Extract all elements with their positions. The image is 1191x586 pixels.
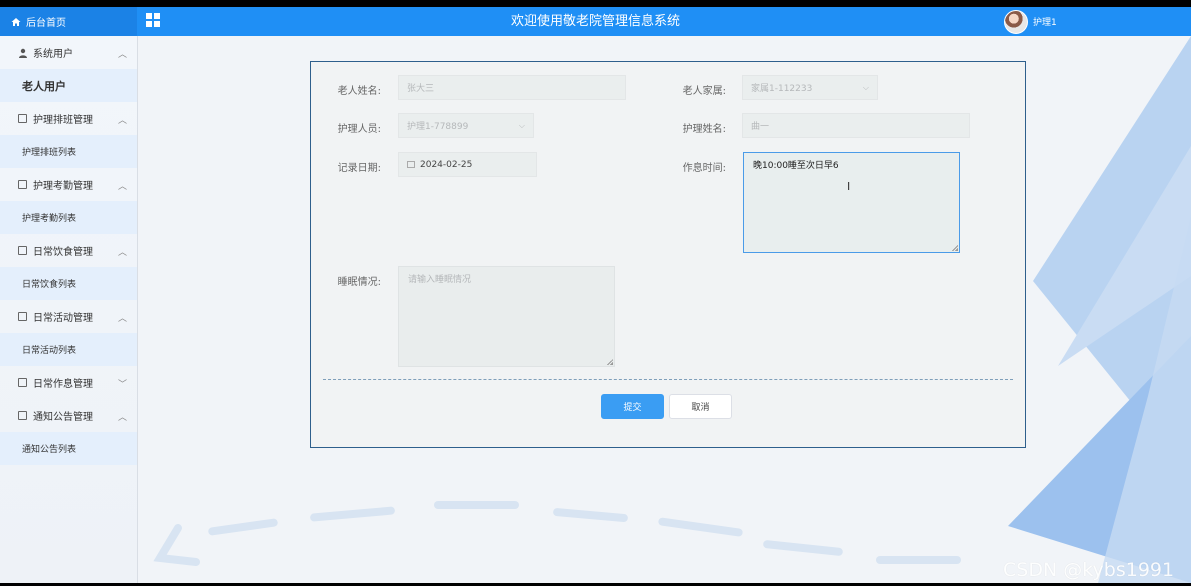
- form-divider: [323, 379, 1013, 380]
- sidebar-item-daily-activity-list[interactable]: 日常活动列表: [0, 333, 137, 366]
- chevron-up-icon: ︿: [118, 248, 128, 258]
- sleep-placeholder: 请输入睡眠情况: [408, 275, 472, 285]
- cancel-button[interactable]: 取消: [669, 394, 732, 419]
- elder-name-label: 老人姓名:: [337, 86, 381, 97]
- chevron-up-icon: ︿: [118, 116, 128, 126]
- sidebar-group-nursing-attendance[interactable]: 护理考勤管理 ︿: [0, 168, 137, 201]
- sidebar-group-label: 护理排班管理: [33, 115, 93, 126]
- record-date-label: 记录日期:: [337, 163, 381, 174]
- sidebar-item-nursing-schedule-list[interactable]: 护理排班列表: [0, 135, 137, 168]
- sidebar-group-nursing-schedule[interactable]: 护理排班管理 ︿: [0, 102, 137, 135]
- nurse-name-label: 护理姓名:: [682, 124, 726, 135]
- chevron-up-icon: ︿: [118, 314, 128, 324]
- elder-family-label: 老人家属:: [682, 86, 726, 97]
- nurse-label: 护理人员:: [337, 124, 381, 135]
- sidebar-item-announcement-list[interactable]: 通知公告列表: [0, 432, 137, 465]
- nurse-name-value: 曲一: [751, 122, 770, 132]
- sidebar-group-label: 系统用户: [33, 49, 73, 60]
- user-name: 护理1: [1033, 18, 1057, 28]
- chevron-up-icon: ︿: [118, 50, 128, 60]
- sidebar-group-daily-diet[interactable]: 日常饮食管理 ︿: [0, 234, 137, 267]
- sidebar-group-label: 日常活动管理: [33, 313, 93, 324]
- chevron-down-icon: ⌵: [518, 120, 525, 130]
- edit-form-card: 老人姓名: 张大三 老人家属: 家属1-112233 ⌵ 护理人员: 护理1-7…: [310, 61, 1026, 448]
- sidebar: 系统用户 ︿ 老人用户 护理排班管理 ︿ 护理排班列表 护理考勤管理 ︿ 护理考…: [0, 36, 138, 583]
- nurse-name-field: 曲一: [742, 113, 970, 138]
- submit-button[interactable]: 提交: [601, 394, 664, 419]
- home-icon: [11, 17, 21, 26]
- app-frame: 后台首页 欢迎使用敬老院管理信息系统 护理1 系统用户 ︿ 老人用户 护理排班管…: [0, 7, 1191, 583]
- chevron-down-icon: ⌵: [862, 82, 869, 92]
- sidebar-group-label: 日常饮食管理: [33, 247, 93, 258]
- sidebar-item-nursing-attendance-list[interactable]: 护理考勤列表: [0, 201, 137, 234]
- menu-toggle-icon[interactable]: [146, 13, 160, 27]
- elder-name-field: 张大三: [398, 75, 626, 100]
- calendar-icon: [407, 161, 415, 168]
- user-icon: [19, 48, 27, 58]
- text-cursor-icon: I: [847, 180, 851, 193]
- avatar: [1004, 9, 1028, 34]
- nurse-value: 护理1-778899: [407, 122, 469, 132]
- sidebar-group-daily-schedule[interactable]: 日常作息管理 ﹀: [0, 366, 137, 399]
- resize-handle-icon[interactable]: [952, 245, 958, 251]
- edit-icon: [18, 312, 27, 321]
- edit-icon: [18, 411, 27, 420]
- elder-name-value: 张大三: [407, 84, 435, 94]
- sidebar-group-label: 护理考勤管理: [33, 181, 93, 192]
- edit-icon: [18, 246, 27, 255]
- chevron-up-icon: ︿: [118, 413, 128, 423]
- elder-family-select[interactable]: 家属1-112233 ⌵: [742, 75, 878, 100]
- watermark: CSDN @kybs1991: [1003, 559, 1175, 581]
- sidebar-item-daily-diet-list[interactable]: 日常饮食列表: [0, 267, 137, 300]
- schedule-time-label: 作息时间:: [682, 163, 726, 174]
- home-link[interactable]: 后台首页: [0, 7, 137, 36]
- sidebar-group-announcements[interactable]: 通知公告管理 ︿: [0, 399, 137, 432]
- sidebar-group-label: 日常作息管理: [33, 379, 93, 390]
- schedule-time-textarea[interactable]: 晚10:00睡至次日早6 I: [743, 152, 960, 253]
- edit-icon: [18, 378, 27, 387]
- elder-family-value: 家属1-112233: [751, 84, 813, 94]
- home-label: 后台首页: [26, 18, 66, 29]
- edit-icon: [18, 180, 27, 189]
- sidebar-group-daily-activity[interactable]: 日常活动管理 ︿: [0, 300, 137, 333]
- chevron-down-icon: ﹀: [118, 380, 128, 390]
- chevron-up-icon: ︿: [118, 182, 128, 192]
- resize-handle-icon[interactable]: [607, 359, 613, 365]
- sleep-label: 睡眠情况:: [337, 277, 381, 288]
- top-bar: 后台首页 欢迎使用敬老院管理信息系统 护理1: [0, 7, 1191, 36]
- sidebar-item-elder-users[interactable]: 老人用户: [0, 69, 137, 102]
- user-menu[interactable]: 护理1: [1004, 9, 1057, 34]
- main-content: 老人姓名: 张大三 老人家属: 家属1-112233 ⌵ 护理人员: 护理1-7…: [138, 36, 1191, 583]
- sidebar-group-system-users[interactable]: 系统用户 ︿: [0, 36, 137, 69]
- record-date-picker[interactable]: 2024-02-25: [398, 152, 537, 177]
- schedule-time-value: 晚10:00睡至次日早6: [753, 161, 839, 171]
- sleep-textarea[interactable]: 请输入睡眠情况: [398, 266, 615, 367]
- edit-icon: [18, 114, 27, 123]
- record-date-value: 2024-02-25: [420, 159, 473, 170]
- sidebar-group-label: 通知公告管理: [33, 412, 93, 423]
- nurse-select[interactable]: 护理1-778899 ⌵: [398, 113, 534, 138]
